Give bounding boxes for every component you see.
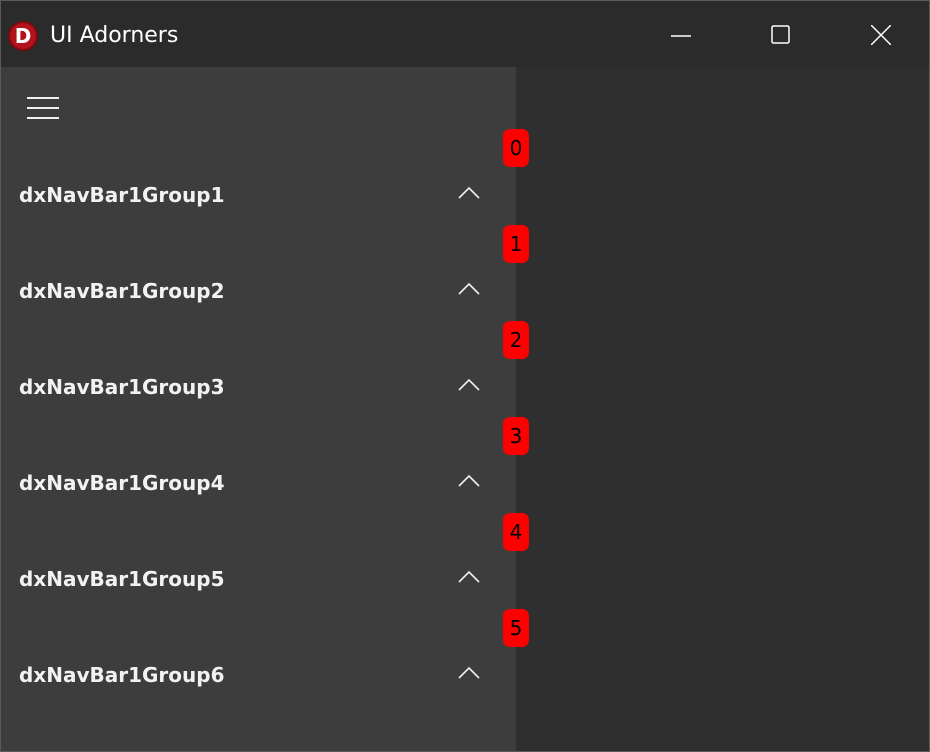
nav-group-label: dxNavBar1Group3 (19, 375, 225, 399)
adorner-badge: 5 (503, 609, 529, 647)
nav-group-label: dxNavBar1Group6 (19, 663, 225, 687)
chevron-up-icon[interactable] (457, 473, 481, 489)
chevron-up-icon[interactable] (457, 665, 481, 681)
adorner-badge: 2 (503, 321, 529, 359)
close-button[interactable] (831, 1, 929, 67)
nav-group-3[interactable]: dxNavBar1Group3 (1, 358, 516, 418)
minimize-icon (671, 35, 691, 37)
maximize-icon (771, 25, 790, 44)
chevron-up-icon[interactable] (457, 569, 481, 585)
maximize-button[interactable] (731, 1, 831, 67)
app-window: D UI Adorners dxNavBar1Group1 dxNavBar1G… (0, 0, 930, 752)
nav-group-5[interactable]: dxNavBar1Group5 (1, 550, 516, 610)
close-icon (871, 25, 891, 45)
app-logo-icon: D (8, 21, 38, 51)
nav-group-6[interactable]: dxNavBar1Group6 (1, 646, 516, 706)
adorner-badge: 1 (503, 225, 529, 263)
title-bar[interactable]: D UI Adorners (1, 1, 929, 67)
nav-group-1[interactable]: dxNavBar1Group1 (1, 166, 516, 226)
nav-group-4[interactable]: dxNavBar1Group4 (1, 454, 516, 514)
nav-group-2[interactable]: dxNavBar1Group2 (1, 262, 516, 322)
chevron-up-icon[interactable] (457, 377, 481, 393)
chevron-up-icon[interactable] (457, 281, 481, 297)
nav-group-label: dxNavBar1Group4 (19, 471, 225, 495)
nav-group-label: dxNavBar1Group1 (19, 183, 225, 207)
nav-group-label: dxNavBar1Group5 (19, 567, 225, 591)
nav-bar-panel: dxNavBar1Group1 dxNavBar1Group2 dxNavBar… (1, 67, 516, 751)
minimize-button[interactable] (631, 1, 731, 67)
adorner-badge: 4 (503, 513, 529, 551)
chevron-up-icon[interactable] (457, 185, 481, 201)
adorner-badge: 0 (503, 129, 529, 167)
window-title: UI Adorners (50, 23, 179, 48)
adorner-badge: 3 (503, 417, 529, 455)
hamburger-icon[interactable] (25, 95, 61, 121)
app-logo-letter: D (14, 24, 32, 48)
nav-group-label: dxNavBar1Group2 (19, 279, 225, 303)
